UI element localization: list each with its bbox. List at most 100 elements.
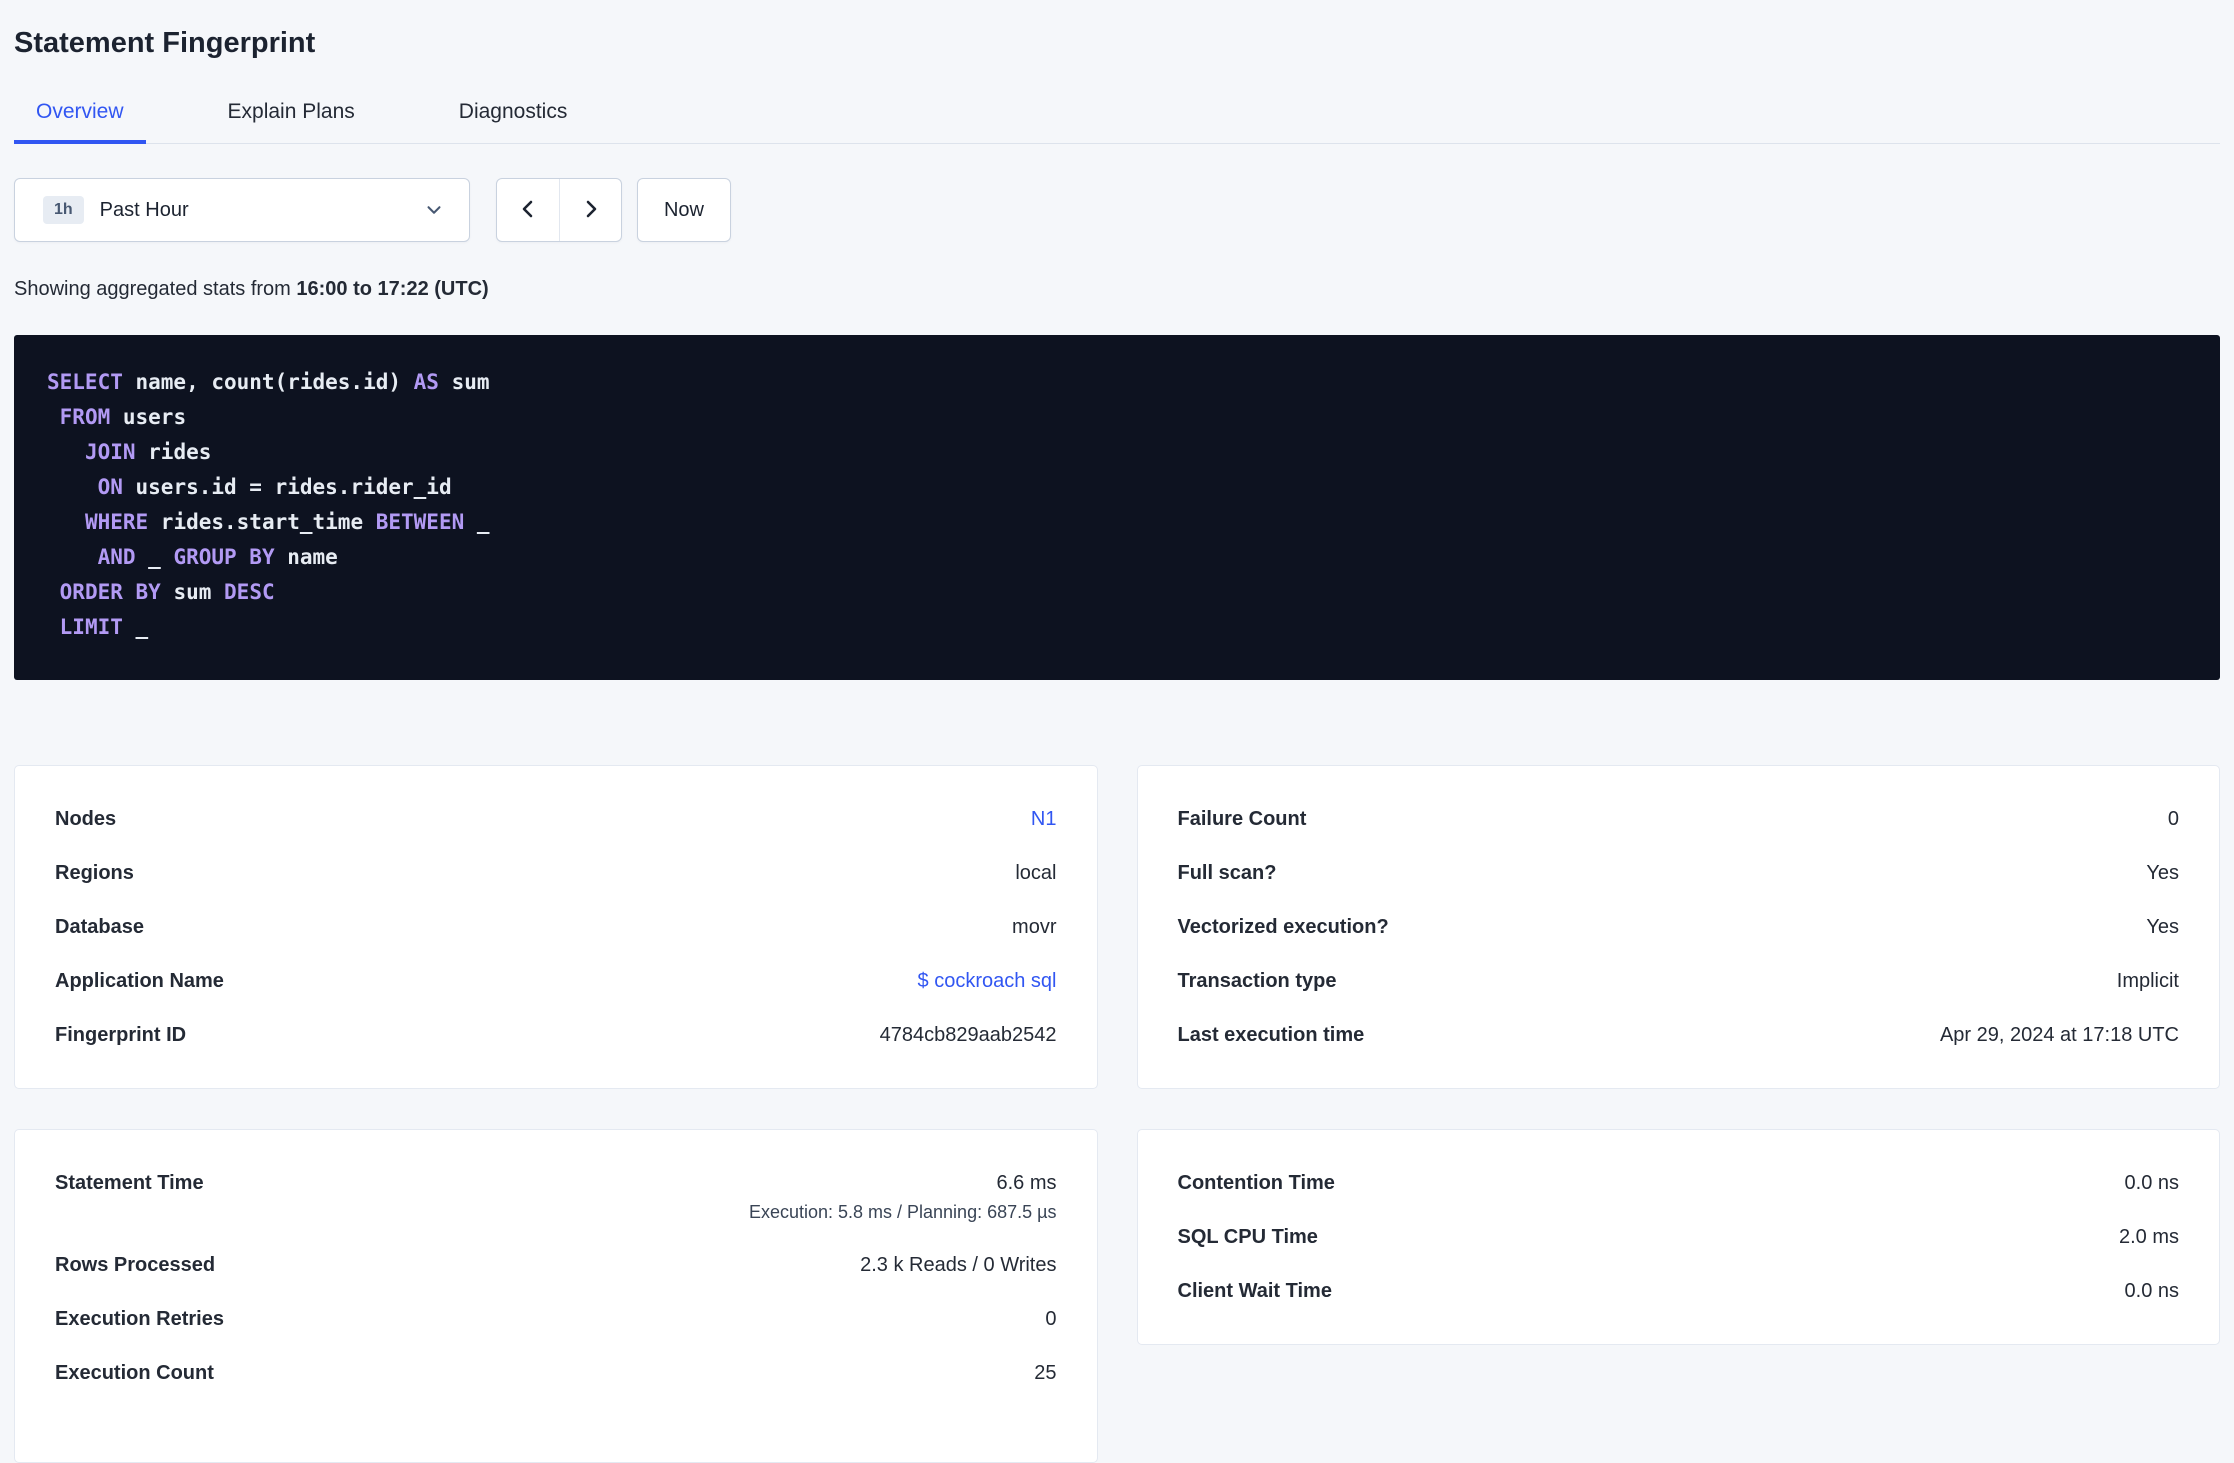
stats-summary-range: 16:00 to 17:22 (UTC): [296, 278, 489, 300]
card-row: Regions local: [55, 846, 1057, 900]
interval-label: Past Hour: [99, 198, 189, 221]
stats-summary: Showing aggregated stats from 16:00 to 1…: [14, 278, 2220, 301]
row-label: Statement Time: [55, 1172, 204, 1194]
row-value: 0: [1045, 1308, 1057, 1330]
row-value: movr: [1012, 916, 1057, 938]
row-value: Implicit: [2116, 970, 2179, 992]
row-value-wrap: 0: [1045, 1306, 1056, 1332]
row-label: Client Wait Time: [1177, 1280, 1332, 1302]
statement-details-card: Nodes N1 Regions local Database movr Applicati…: [14, 765, 1098, 1089]
wait-time-card: Contention Time 0.0 ns SQL CPU Time 2.0 ms C…: [1136, 1129, 2220, 1345]
prev-interval-button[interactable]: [497, 179, 559, 241]
row-label: SQL CPU Time: [1177, 1226, 1318, 1248]
tab-bar: Overview Explain Plans Diagnostics: [14, 88, 2220, 144]
row-label: Failure Count: [1177, 808, 1307, 830]
card-row: Client Wait Time 0.0 ns: [1178, 1264, 2180, 1318]
row-value: Yes: [2146, 862, 2179, 884]
interval-badge: 1h: [43, 196, 84, 224]
row-value-link[interactable]: N1: [1031, 806, 1057, 832]
statement-fingerprint-page: Statement Fingerprint Overview Explain P…: [0, 0, 2234, 1463]
stats-summary-prefix: Showing aggregated stats from: [14, 278, 297, 300]
row-label: Last execution time: [1177, 1024, 1365, 1046]
row-value-wrap: 0.0 ns: [2125, 1170, 2179, 1196]
row-value: 4784cb829aab2542: [879, 1024, 1057, 1046]
chevron-left-icon: [516, 197, 540, 224]
sql-line: ON users.id = rides.rider_id: [97, 475, 452, 499]
row-value-wrap: Apr 29, 2024 at 17:18 UTC: [1940, 1022, 2179, 1048]
row-label: Transaction type: [1177, 970, 1337, 992]
row-label: Fingerprint ID: [55, 1024, 187, 1046]
row-value: 0.0 ns: [2124, 1280, 2179, 1302]
card-row: Last execution time Apr 29, 2024 at 17:18…: [1178, 1008, 2180, 1062]
row-label: Regions: [55, 862, 134, 884]
tab-overview[interactable]: Overview: [14, 100, 146, 144]
tab-diagnostics[interactable]: Diagnostics: [437, 100, 590, 144]
row-value-wrap: 6.6 ms Execution: 5.8 ms / Planning: 687.…: [749, 1170, 1057, 1224]
tab-explain-plans[interactable]: Explain Plans: [206, 100, 377, 144]
chevron-right-icon: [579, 197, 603, 224]
execution-attributes-card: Failure Count 0 Full scan? Yes Vectorized ex…: [1136, 765, 2220, 1089]
row-value-wrap: Implicit: [2117, 968, 2179, 994]
row-label: Full scan?: [1177, 862, 1277, 884]
card-row: Rows Processed 2.3 k Reads / 0 Writes: [55, 1238, 1057, 1292]
row-label: Nodes: [55, 808, 117, 830]
row-value: 6.6 ms: [996, 1172, 1057, 1194]
sql-statement-block: SELECT name, count(rides.id) AS sum FROM…: [14, 335, 2220, 680]
row-value: local: [1015, 862, 1057, 884]
row-label: Rows Processed: [55, 1254, 216, 1276]
row-value: Yes: [2146, 916, 2179, 938]
row-label: Execution Count: [55, 1362, 214, 1384]
time-interval-select[interactable]: 1h Past Hour: [14, 178, 470, 242]
row-label: Database: [55, 916, 144, 938]
stats-cards-row: Statement Time 6.6 ms Execution: 5.8 ms / …: [14, 1129, 2220, 1463]
sql-line: ORDER BY sum DESC: [59, 580, 275, 604]
row-value-link[interactable]: $ cockroach sql: [918, 968, 1057, 994]
chevron-down-icon: [423, 199, 445, 221]
sql-line: AND _ GROUP BY name: [97, 545, 338, 569]
details-cards-row: Nodes N1 Regions local Database movr Applicati…: [14, 765, 2220, 1089]
card-row: Fingerprint ID 4784cb829aab2542: [55, 1008, 1057, 1062]
card-row: Failure Count 0: [1178, 792, 2180, 846]
row-value-wrap: movr: [1012, 914, 1056, 940]
row-value-wrap: $ cockroach sql: [918, 968, 1057, 994]
row-value-wrap: 0: [2168, 806, 2179, 832]
row-value-wrap: 25: [1034, 1360, 1056, 1386]
card-row: Nodes N1: [55, 792, 1057, 846]
row-value: 0: [2167, 808, 2179, 830]
row-value-wrap: N1: [1031, 806, 1057, 832]
row-value-wrap: Yes: [2146, 914, 2179, 940]
row-label: Execution Retries: [55, 1308, 224, 1330]
sql-line: LIMIT _: [59, 615, 149, 639]
row-value-wrap: local: [1015, 860, 1056, 886]
card-row: Execution Count 25: [55, 1346, 1057, 1400]
row-value: 25: [1034, 1362, 1057, 1384]
card-row: Transaction type Implicit: [1178, 954, 2180, 1008]
card-row: Statement Time 6.6 ms Execution: 5.8 ms / …: [55, 1156, 1057, 1238]
sql-line: SELECT name, count(rides.id) AS sum: [47, 370, 490, 394]
row-value: 0.0 ns: [2124, 1172, 2179, 1194]
sql-code: SELECT name, count(rides.id) AS sum FROM…: [47, 365, 2190, 645]
card-row: Full scan? Yes: [1178, 846, 2180, 900]
row-value-wrap: 2.3 k Reads / 0 Writes: [860, 1252, 1056, 1278]
card-row: Database movr: [55, 900, 1057, 954]
card-row: Application Name $ cockroach sql: [55, 954, 1057, 1008]
row-subtext: Execution: 5.8 ms / Planning: 687.5 µs: [748, 1202, 1057, 1222]
now-button[interactable]: Now: [637, 178, 731, 242]
sql-line: JOIN rides: [84, 440, 212, 464]
sql-line: FROM users: [59, 405, 187, 429]
card-row: Contention Time 0.0 ns: [1178, 1156, 2180, 1210]
interval-arrows: [496, 178, 622, 242]
statement-time-card: Statement Time 6.6 ms Execution: 5.8 ms / …: [14, 1129, 1098, 1463]
row-label: Vectorized execution?: [1177, 916, 1389, 938]
card-row: Vectorized execution? Yes: [1178, 900, 2180, 954]
sql-line: WHERE rides.start_time BETWEEN _: [84, 510, 490, 534]
row-value: Apr 29, 2024 at 17:18 UTC: [1939, 1024, 2179, 1046]
row-value-wrap: 4784cb829aab2542: [880, 1022, 1057, 1048]
row-label: Contention Time: [1177, 1172, 1335, 1194]
next-interval-button[interactable]: [559, 179, 621, 241]
page-title: Statement Fingerprint: [14, 27, 316, 59]
time-toolbar: 1h Past Hour Now: [14, 178, 2220, 242]
row-value-wrap: 2.0 ms: [2119, 1224, 2179, 1250]
card-row: Execution Retries 0: [55, 1292, 1057, 1346]
card-row: SQL CPU Time 2.0 ms: [1178, 1210, 2180, 1264]
